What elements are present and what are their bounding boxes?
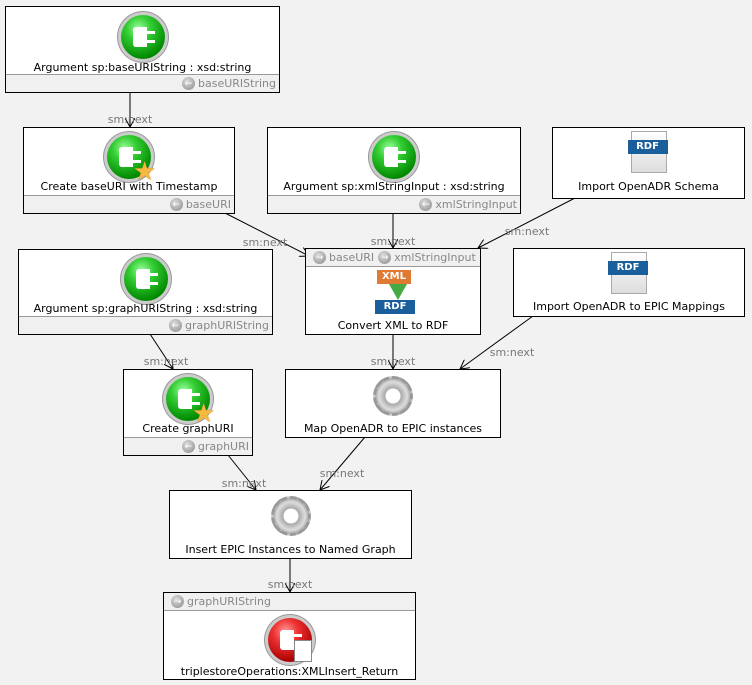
node-arg-baseuristring[interactable]: Argument sp:baseURIString : xsd:string ←… (5, 6, 280, 93)
port-arrow-icon: → (313, 251, 326, 264)
node-title: Argument sp:baseURIString : xsd:string (33, 61, 252, 74)
input-ports[interactable]: → baseURI → xmlStringInput (306, 249, 480, 267)
port-arrow-icon: ← (169, 319, 183, 332)
edges (0, 92, 576, 685)
edge-label: sm:next (504, 225, 550, 238)
port-label: graphURI (197, 440, 249, 453)
output-port[interactable]: ← baseURIString (6, 74, 279, 92)
node-title: Create baseURI with Timestamp (40, 180, 218, 193)
node-title: Create graphURI (142, 422, 234, 435)
rdf-document-icon: RDF (608, 252, 648, 294)
port-label: graphURIString (185, 319, 269, 332)
port-label: xmlStringInput (394, 251, 476, 264)
port-arrow-icon: → (171, 595, 184, 608)
edge (320, 436, 366, 490)
port-arrow-icon: ← (169, 198, 183, 211)
output-port[interactable]: ← graphURI (124, 437, 252, 455)
port-label: baseURI (329, 251, 375, 264)
node-title: Map OpenADR to EPIC instances (303, 422, 483, 435)
bind-plug-star-icon: ★ (166, 377, 215, 427)
edge-label: sm:next (370, 355, 416, 368)
edge-label: sm:next (370, 235, 416, 248)
output-port[interactable]: ← graphURIString (19, 316, 272, 334)
port-label: baseURI (185, 198, 231, 211)
node-title: triplestoreOperations:XMLInsert_Return (180, 665, 399, 678)
edge-label: sm:next (143, 355, 189, 368)
port-label: graphURIString (187, 595, 271, 608)
output-port[interactable]: ← baseURI (24, 195, 234, 213)
bind-plug-star-icon: ★ (107, 135, 156, 185)
node-xmlinsert-return[interactable]: → graphURIString triplestoreOperations:XM… (163, 592, 416, 680)
port-arrow-icon: ← (182, 77, 195, 90)
node-arg-xmlstringinput[interactable]: Argument sp:xmlStringInput : xsd:string … (267, 127, 521, 214)
port-label: baseURIString (198, 77, 276, 90)
node-convert-xml-to-rdf[interactable]: → baseURI → xmlStringInput XML RDF Convert X… (305, 248, 481, 335)
edge-label: sm:next (489, 346, 535, 359)
node-title: Import OpenADR Schema (578, 180, 719, 193)
output-port[interactable]: ← xmlStringInput (268, 195, 520, 213)
port-arrow-icon: ← (181, 440, 195, 453)
node-insert-epic[interactable]: Insert EPIC Instances to Named Graph (169, 490, 412, 559)
node-title: Insert EPIC Instances to Named Graph (185, 543, 396, 556)
edge-label: sm:next (319, 467, 365, 480)
node-title: Convert XML to RDF (337, 319, 449, 332)
argument-plug-icon (372, 135, 416, 179)
edge-label: sm:next (242, 236, 288, 249)
node-import-mappings[interactable]: RDF Import OpenADR to EPIC Mappings (513, 248, 745, 317)
edge-label: sm:next (221, 477, 267, 490)
node-title: Argument sp:xmlStringInput : xsd:string (283, 180, 505, 193)
node-map-openadr-to-epic[interactable]: Map OpenADR to EPIC instances (285, 369, 501, 438)
node-arg-graphuristring[interactable]: Argument sp:graphURIString : xsd:string … (18, 249, 273, 335)
node-create-graphuri[interactable]: ★ Create graphURI ← graphURI (123, 369, 253, 456)
rdf-document-icon: RDF (627, 131, 668, 173)
node-title: Argument sp:graphURIString : xsd:string (33, 302, 258, 315)
port-label: xmlStringInput (435, 198, 517, 211)
node-title: Import OpenADR to EPIC Mappings (532, 300, 725, 313)
edge-label: sm:next (267, 578, 313, 591)
port-arrow-icon: ← (419, 198, 433, 211)
node-import-openadr-schema[interactable]: RDF Import OpenADR Schema (552, 127, 745, 199)
port-arrow-icon: → (378, 251, 392, 264)
node-create-baseuri[interactable]: ★ Create baseURI with Timestamp ← baseURI (23, 127, 235, 214)
edge-label: sm:next (107, 113, 153, 126)
gear-edit-icon (270, 496, 311, 536)
gear-refresh-icon (373, 376, 413, 416)
input-port[interactable]: → graphURIString (164, 593, 415, 611)
argument-plug-icon (120, 15, 165, 59)
return-plug-icon (267, 618, 312, 662)
argument-plug-icon (123, 257, 168, 301)
